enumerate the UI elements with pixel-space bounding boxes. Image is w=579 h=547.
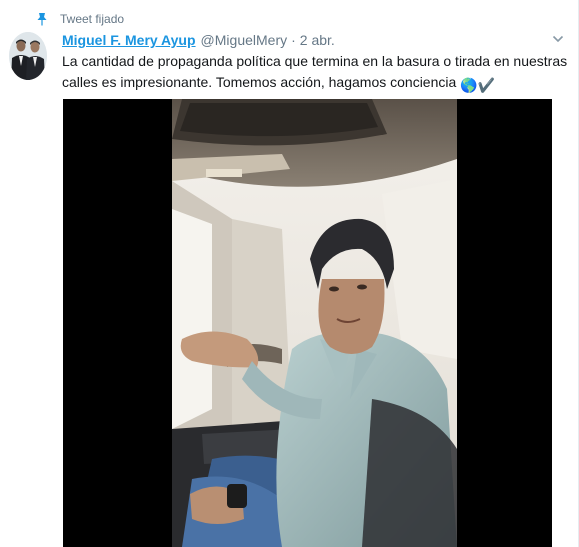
globe-emoji-icon: 🌎: [460, 77, 478, 93]
avatar[interactable]: [9, 32, 47, 80]
author-handle[interactable]: @MiguelMery: [201, 32, 288, 48]
chevron-down-icon[interactable]: [552, 34, 564, 44]
separator-dot: ·: [291, 32, 296, 48]
video-frame: [172, 99, 457, 547]
check-mark-emoji-icon: ✔️: [477, 77, 496, 93]
pinned-label: Tweet fijado: [60, 12, 125, 26]
pin-icon: [37, 13, 47, 26]
video-player[interactable]: [63, 99, 552, 547]
tweet-text: La cantidad de propaganda política que t…: [62, 51, 572, 96]
tweet-header: Miguel F. Mery Ayup @MiguelMery · 2 abr.: [62, 30, 562, 50]
tweet-card[interactable]: Tweet fijado Miguel F. Mery Ayup @Miguel…: [0, 0, 579, 547]
author-name-link[interactable]: Miguel F. Mery Ayup: [62, 32, 196, 48]
tweet-timestamp[interactable]: 2 abr.: [300, 32, 335, 48]
avatar-image: [9, 32, 47, 80]
pinned-tweet-indicator: Tweet fijado: [36, 11, 124, 27]
